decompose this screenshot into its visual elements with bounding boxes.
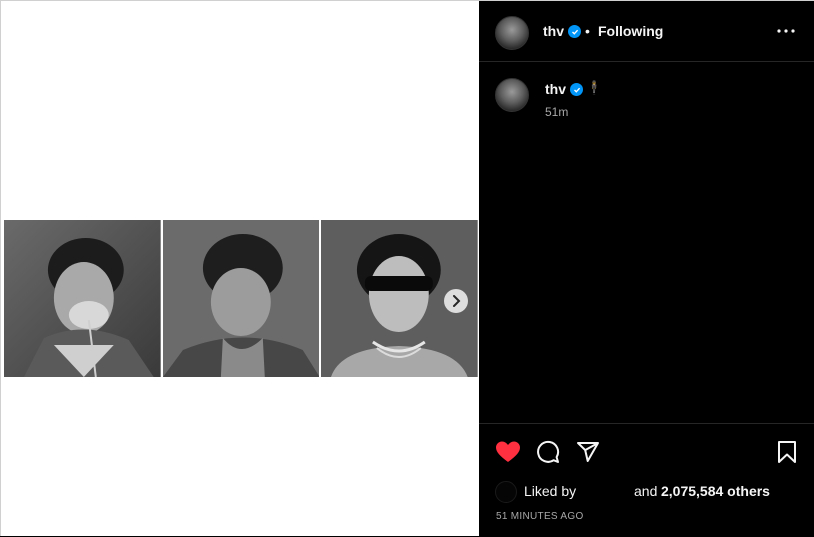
send-icon [577, 442, 599, 462]
more-options-button[interactable] [776, 23, 796, 39]
comment-button[interactable] [536, 440, 560, 469]
bookmark-icon [778, 441, 796, 463]
like-button[interactable] [495, 440, 521, 469]
comment-icon [537, 440, 560, 463]
caption-emoji: 🕴 [586, 80, 603, 95]
share-button[interactable] [576, 440, 600, 469]
heart-filled-icon [496, 441, 520, 462]
photo-with-flower [4, 220, 161, 377]
post-header: thv • Following [479, 1, 814, 62]
likes-and-label: and [634, 483, 658, 499]
next-photo-button[interactable] [444, 289, 468, 313]
post-media-pane [0, 0, 479, 536]
photo-head-tilted [162, 220, 320, 377]
likes-count-link[interactable]: 2,075,584 others [661, 483, 770, 499]
photo-carousel[interactable] [4, 220, 479, 377]
liker-avatar[interactable] [495, 481, 517, 503]
caption-avatar[interactable] [495, 78, 529, 112]
verified-badge-icon [570, 83, 583, 96]
chevron-right-icon [453, 295, 461, 307]
ellipsis-icon [777, 29, 795, 33]
following-button[interactable]: Following [598, 23, 663, 39]
author-avatar[interactable] [495, 16, 529, 50]
save-button[interactable] [777, 440, 797, 469]
likes-summary: Liked by and 2,075,584 others [495, 481, 805, 503]
caption-time[interactable]: 51m [545, 105, 568, 119]
liked-by-label: Liked by [524, 483, 577, 499]
author-username[interactable]: thv [543, 23, 564, 39]
caption-username[interactable]: thv [545, 81, 566, 97]
post-time-ago[interactable]: 51 MINUTES AGO [496, 511, 584, 522]
post-details-pane: thv • Following thv 🕴 51m Liked by and 2… [479, 0, 814, 536]
separator-dot: • [585, 23, 590, 39]
verified-badge-icon [568, 25, 581, 38]
